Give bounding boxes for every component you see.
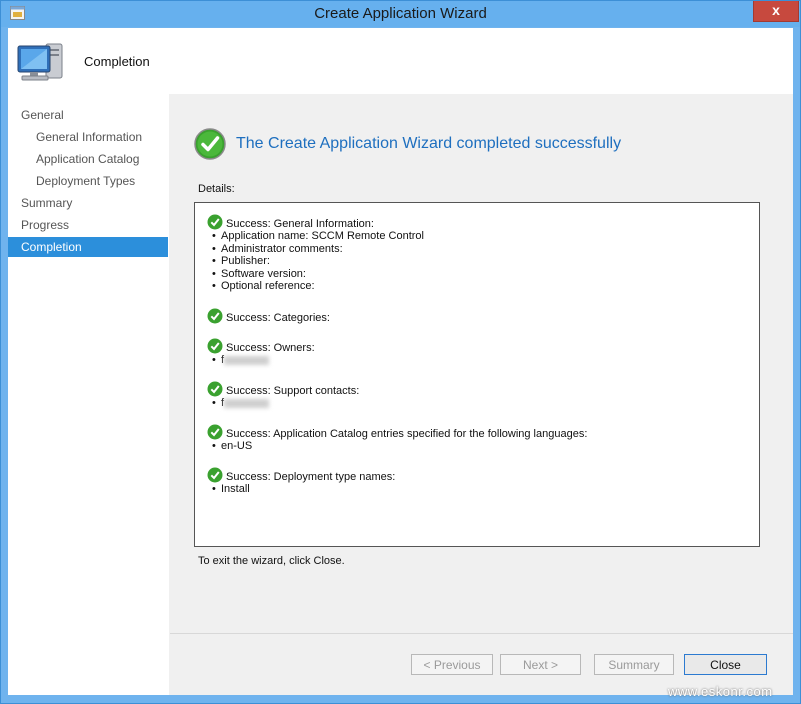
detail-block-general-information: Success: General Information: Applicatio… (207, 214, 424, 293)
nav-item-progress[interactable]: Progress (8, 215, 168, 235)
nav-item-completion[interactable]: Completion (8, 237, 168, 257)
computer-icon (17, 43, 63, 81)
detail-item: Publisher: (207, 255, 424, 268)
wizard-header: Completion (8, 28, 793, 94)
detail-header: Success: Deployment type names: (226, 471, 396, 483)
detail-block-deployment-types: Success: Deployment type names: Install (207, 467, 395, 496)
detail-block-support-contacts: Success: Support contacts: f (207, 381, 359, 410)
detail-item: Application name: SCCM Remote Control (207, 230, 424, 243)
detail-block-owners: Success: Owners: f (207, 338, 315, 367)
detail-item: Optional reference: (207, 280, 424, 293)
nav-item-deployment-types[interactable]: Deployment Types (8, 171, 168, 191)
detail-item: Software version: (207, 268, 424, 281)
wizard-window: Create Application Wizard x Completion G… (0, 0, 801, 704)
success-check-icon (207, 338, 223, 354)
success-check-icon (207, 467, 223, 483)
window-close-button[interactable]: x (753, 1, 799, 22)
detail-item: en-US (207, 440, 587, 453)
details-box[interactable]: Success: General Information: Applicatio… (194, 202, 760, 547)
watermark-text: www.eskonr.com (668, 684, 773, 699)
summary-button[interactable]: Summary (594, 654, 674, 675)
detail-block-categories: Success: Categories: (207, 308, 330, 324)
detail-header: Success: General Information: (226, 218, 374, 230)
exit-instructions: To exit the wizard, click Close. (198, 555, 345, 567)
detail-header: Success: Application Catalog entries spe… (226, 428, 588, 440)
detail-header: Success: Support contacts: (226, 385, 360, 397)
nav-item-general[interactable]: General (8, 105, 168, 125)
wizard-client-area: Completion General General Information A… (8, 28, 793, 695)
wizard-nav: General General Information Application … (8, 94, 169, 695)
detail-header: Success: Categories: (226, 312, 330, 324)
details-label: Details: (198, 183, 235, 195)
success-check-icon (207, 214, 223, 230)
page-title: Completion (84, 54, 150, 69)
redacted-text (224, 398, 270, 408)
success-check-icon (207, 308, 223, 324)
completion-heading: The Create Application Wizard completed … (236, 135, 622, 152)
detail-header: Success: Owners: (226, 342, 315, 354)
redacted-text (224, 355, 270, 365)
success-check-icon (207, 424, 223, 440)
success-check-icon (207, 381, 223, 397)
detail-block-application-catalog: Success: Application Catalog entries spe… (207, 424, 587, 453)
nav-item-general-information[interactable]: General Information (8, 127, 168, 147)
nav-item-summary[interactable]: Summary (8, 193, 168, 213)
previous-button[interactable]: < Previous (411, 654, 493, 675)
title-bar[interactable]: Create Application Wizard x (1, 1, 800, 27)
nav-item-application-catalog[interactable]: Application Catalog (8, 149, 168, 169)
window-title: Create Application Wizard (314, 5, 487, 22)
next-button[interactable]: Next > (500, 654, 581, 675)
detail-item: Install (207, 483, 395, 496)
success-check-icon (194, 128, 226, 160)
detail-item: Administrator comments: (207, 243, 424, 256)
close-button[interactable]: Close (684, 654, 767, 675)
footer-separator (170, 633, 793, 634)
wizard-content: The Create Application Wizard completed … (170, 94, 793, 695)
